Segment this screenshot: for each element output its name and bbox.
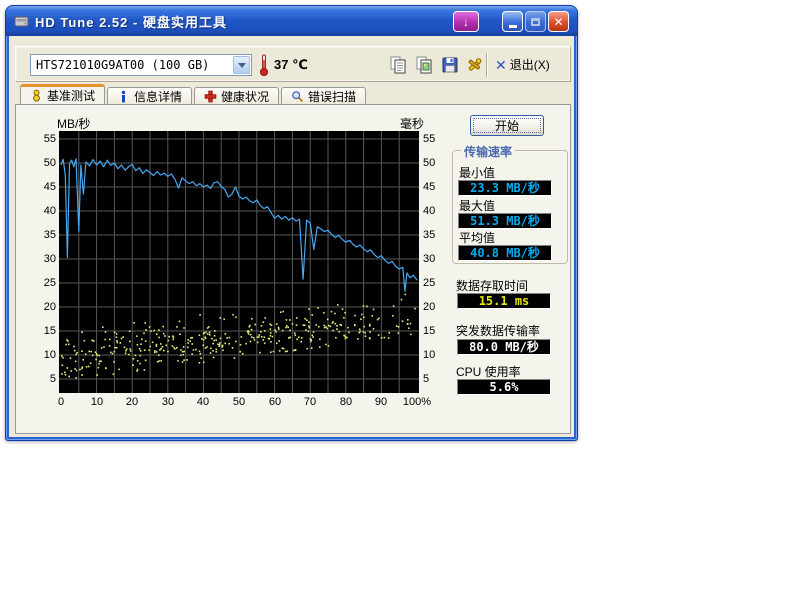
burst-rate-value: 80.0 MB/秒 [457, 339, 551, 355]
tab-error-scan[interactable]: 错误扫描 [281, 87, 366, 104]
avg-value: 40.8 MB/秒 [458, 245, 552, 261]
y-axis-tick-label: 30 [423, 252, 435, 266]
temperature-readout: 37 ℃ [274, 57, 308, 73]
tab-strip: 基准测试 信息详情 健康状况 [20, 84, 368, 104]
y-axis-tick-label: 10 [423, 348, 435, 362]
access-time-value: 15.1 ms [457, 293, 551, 309]
options-icon[interactable] [464, 55, 484, 75]
benchmark-plot [59, 131, 419, 393]
y-axis-tick-label: 40 [423, 204, 435, 218]
group-title: 传输速率 [461, 143, 515, 160]
cpu-usage-value: 5.6% [457, 379, 551, 395]
exit-x-icon: ✕ [495, 58, 507, 72]
tab-info[interactable]: 信息详情 [107, 87, 192, 104]
y-axis-tick-label: 15 [30, 324, 56, 338]
tab-benchmark[interactable]: 基准测试 [20, 84, 105, 104]
transfer-rate-group: 传输速率 最小值 23.3 MB/秒 最大值 51.3 MB/秒 平均值 40.… [452, 150, 568, 264]
drive-select-value: HTS721010G9AT00 (100 GB) [31, 58, 233, 72]
title-bar[interactable]: HD Tune 2.52 - 硬盘实用工具 ↓ ✕ [6, 6, 577, 36]
y-axis-tick-label: 20 [30, 300, 56, 314]
cpu-usage-label: CPU 使用率 [456, 363, 521, 380]
y-axis-tick-label: 50 [423, 156, 435, 170]
y-axis-tick-label: 55 [30, 132, 56, 146]
y-axis-tick-label: 35 [30, 228, 56, 242]
drive-select-dropdown[interactable]: HTS721010G9AT00 (100 GB) [30, 54, 252, 76]
thermometer-icon [258, 53, 270, 77]
y-axis-tick-label: 45 [30, 180, 56, 194]
y-axis-tick-label: 50 [30, 156, 56, 170]
update-button[interactable]: ↓ [453, 11, 479, 32]
y-axis-tick-label: 55 [423, 132, 435, 146]
y-axis-tick-label: 20 [423, 300, 435, 314]
client-area: HTS721010G9AT00 (100 GB) 37 ℃ [9, 36, 574, 437]
max-value: 51.3 MB/秒 [458, 213, 552, 229]
y-axis-tick-label: 40 [30, 204, 56, 218]
left-axis-title: MB/秒 [57, 115, 90, 132]
chevron-down-icon[interactable] [233, 56, 250, 74]
y-axis-tick-label: 25 [30, 276, 56, 290]
start-button[interactable]: 开始 [470, 115, 544, 136]
benchmark-icon [30, 89, 43, 102]
maximize-button[interactable] [525, 11, 546, 32]
copy-text-icon[interactable] [388, 55, 408, 75]
window-title: HD Tune 2.52 - 硬盘实用工具 [35, 12, 227, 31]
avg-label: 平均值 [459, 229, 495, 246]
y-axis-tick-label: 30 [30, 252, 56, 266]
hd-tune-window: HD Tune 2.52 - 硬盘实用工具 ↓ ✕ HTS721010G9AT0… [5, 5, 578, 441]
y-axis-tick-label: 35 [423, 228, 435, 242]
y-axis-tick-label: 5 [30, 372, 56, 386]
x-axis-tick-label: 100% [395, 396, 439, 408]
app-disk-icon [14, 13, 30, 29]
tab-health[interactable]: 健康状况 [194, 87, 279, 104]
info-icon [117, 90, 130, 103]
exit-button[interactable]: ✕ 退出(X) [495, 56, 550, 73]
toolbar: HTS721010G9AT00 (100 GB) 37 ℃ [15, 46, 571, 82]
minimize-button[interactable] [502, 11, 523, 32]
burst-rate-label: 突发数据传输率 [456, 322, 540, 339]
y-axis-tick-label: 5 [423, 372, 429, 386]
error-scan-icon [291, 90, 304, 103]
min-value: 23.3 MB/秒 [458, 180, 552, 196]
benchmark-page: MB/秒 毫秒 55 50 45 40 35 30 25 20 15 10 5 55 50 45 40 35… [15, 104, 571, 434]
min-label: 最小值 [459, 164, 495, 181]
toolbar-separator [486, 53, 488, 77]
y-axis-tick-label: 25 [423, 276, 435, 290]
save-icon[interactable] [440, 55, 460, 75]
y-axis-tick-label: 10 [30, 348, 56, 362]
y-axis-tick-label: 45 [423, 180, 435, 194]
copy-image-icon[interactable] [414, 55, 434, 75]
access-time-label: 数据存取时间 [456, 277, 528, 294]
y-axis-tick-label: 15 [423, 324, 435, 338]
max-label: 最大值 [459, 197, 495, 214]
right-axis-title: 毫秒 [386, 115, 424, 132]
health-icon [204, 90, 217, 103]
close-button[interactable]: ✕ [548, 11, 569, 32]
